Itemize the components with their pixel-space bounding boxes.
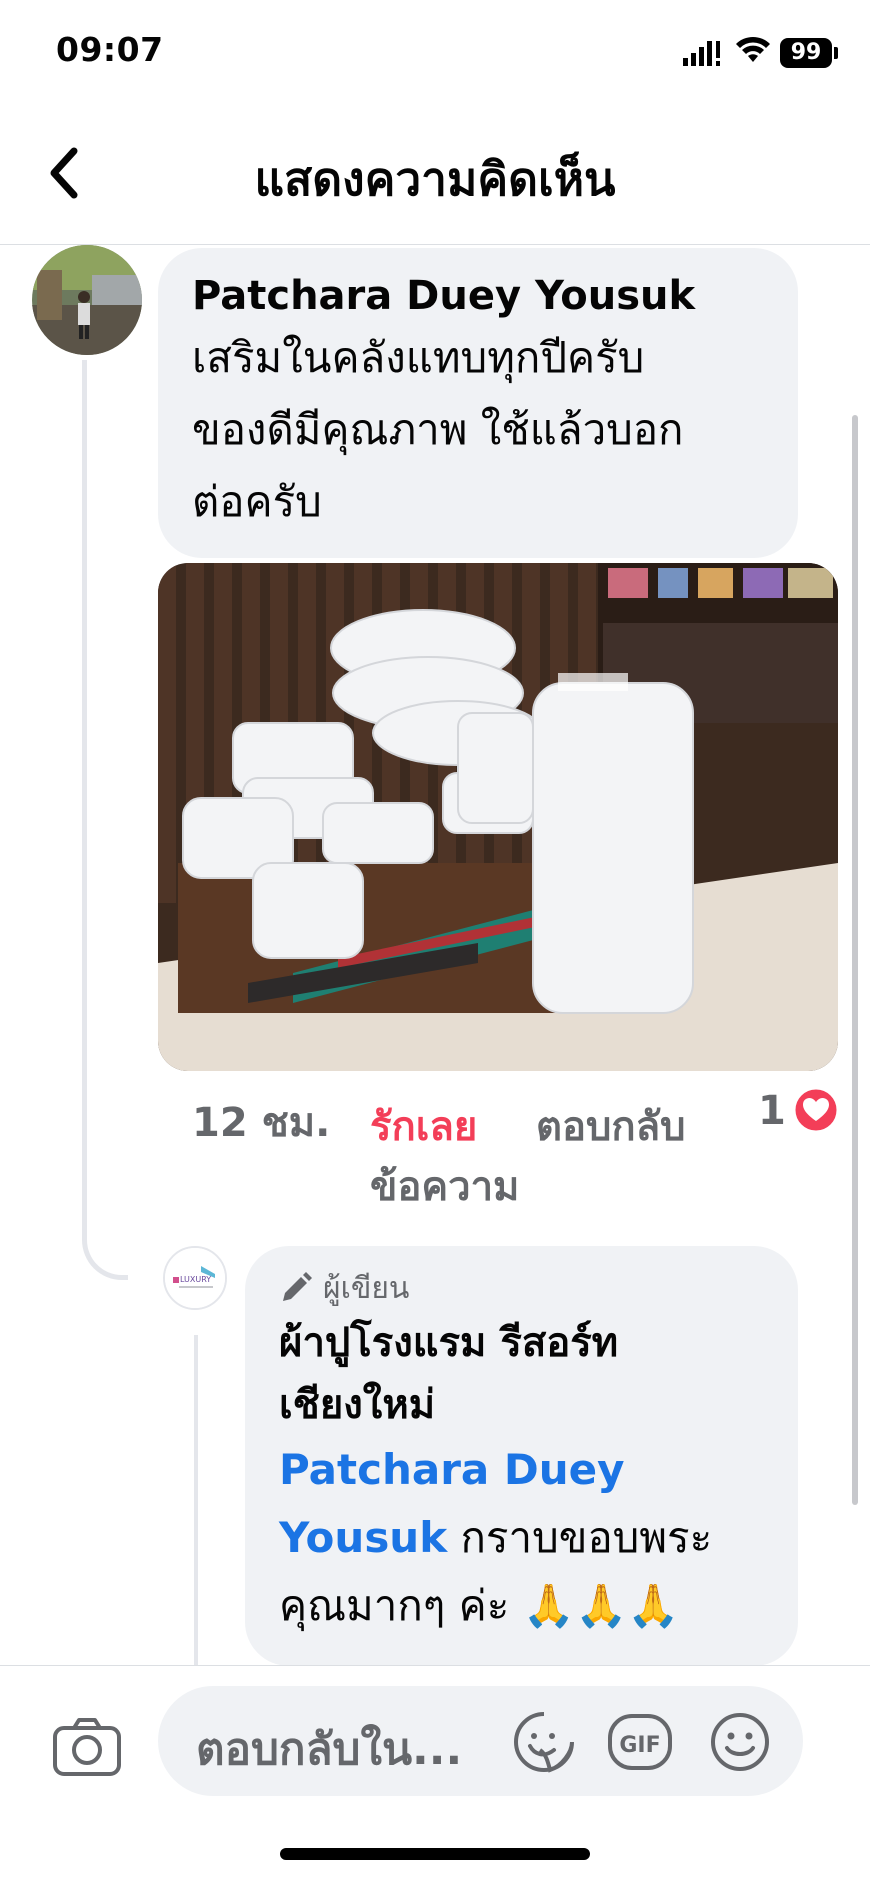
battery-indicator: 99 xyxy=(780,38,832,68)
avatar[interactable] xyxy=(32,245,142,355)
status-bar: 09:07 99 xyxy=(0,0,870,105)
reply-button[interactable]: ตอบกลับ xyxy=(536,1094,686,1158)
logo-text: LUXURY xyxy=(180,1275,211,1284)
reply-author[interactable]: ผ้าปูโรงแรม รีสอร์ท เชียงใหม่ xyxy=(279,1312,764,1436)
header: แสดงความคิดเห็น xyxy=(0,105,870,245)
emoji-icon[interactable] xyxy=(706,1710,774,1774)
sticker-icon[interactable] xyxy=(510,1710,578,1774)
comment-text: เสริมในคลังแทบทุกปีครับ ของดีมีคุณภาพ ใช… xyxy=(192,333,684,526)
gif-icon[interactable]: GIF xyxy=(606,1710,674,1774)
wifi-icon xyxy=(736,36,770,62)
love-reaction-button[interactable]: รักเลย xyxy=(370,1094,477,1158)
author-badge: ผู้เขียน xyxy=(279,1266,764,1310)
page-title: แสดงความคิดเห็น xyxy=(254,152,616,206)
signal-icon xyxy=(683,41,720,66)
reply-bubble[interactable]: ผู้เขียน ผ้าปูโรงแรม รีสอร์ท เชียงใหม่ P… xyxy=(245,1246,798,1666)
reply-input[interactable]: ตอบกลับใน... GIF xyxy=(158,1686,803,1796)
reply-input-placeholder: ตอบกลับใน... xyxy=(196,1724,463,1775)
author-badge-label: ผู้เขียน xyxy=(323,1270,410,1306)
battery-tip xyxy=(834,47,838,59)
scrollbar[interactable] xyxy=(852,415,858,1505)
svg-text:GIF: GIF xyxy=(619,1733,660,1758)
comment-bubble[interactable]: Patchara Duey Yousuk เสริมในคลังแทบทุกปี… xyxy=(158,248,798,558)
reply-thread-line xyxy=(194,1335,198,1665)
camera-icon[interactable] xyxy=(52,1716,122,1778)
page-logo-avatar[interactable]: LUXURY xyxy=(163,1246,227,1310)
reaction-count[interactable]: 1 xyxy=(758,1088,786,1134)
comment-actions: 12 ชม. รักเลย ตอบกลับ ข้อความ 1 xyxy=(158,1080,848,1210)
reply-composer: ตอบกลับใน... GIF xyxy=(0,1665,870,1884)
heart-icon[interactable] xyxy=(792,1086,840,1134)
message-button[interactable]: ข้อความ xyxy=(370,1154,519,1218)
comment-timestamp: 12 ชม. xyxy=(192,1100,331,1146)
status-time: 09:07 xyxy=(56,30,164,69)
comment-author[interactable]: Patchara Duey Yousuk xyxy=(192,270,764,322)
thread-connector xyxy=(82,360,128,1280)
reply-text: Patchara Duey Yousuk กราบขอบพระคุณมากๆ ค… xyxy=(279,1436,764,1640)
pencil-icon xyxy=(283,1272,312,1301)
home-indicator[interactable] xyxy=(280,1848,590,1860)
comment-photo[interactable] xyxy=(158,563,838,1071)
